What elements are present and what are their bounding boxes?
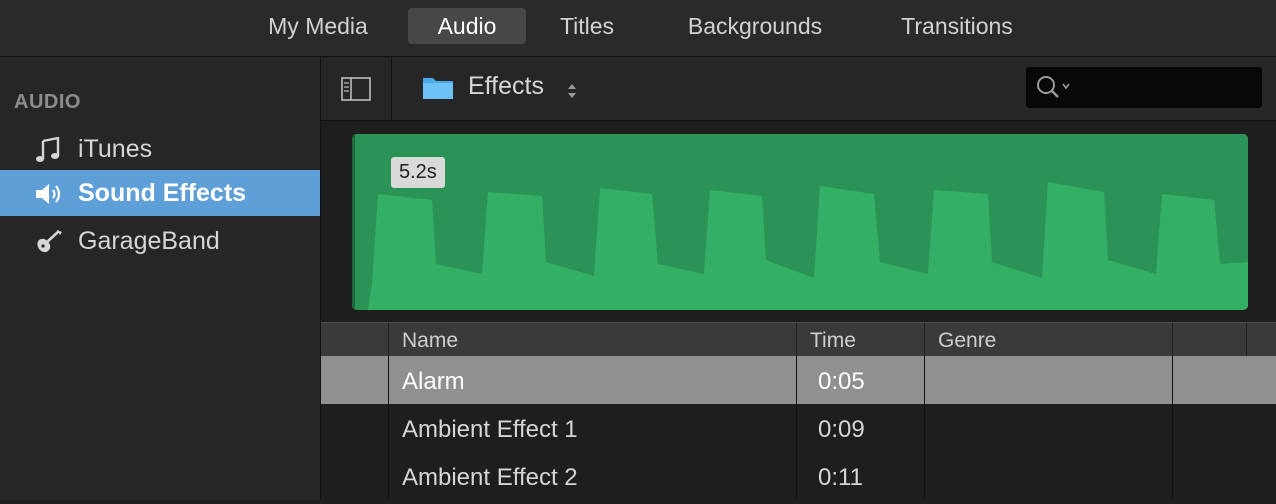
row-name: Alarm bbox=[402, 368, 465, 395]
sidebar-item-label: iTunes bbox=[78, 135, 153, 163]
search-input[interactable] bbox=[1078, 73, 1252, 103]
column-divider bbox=[924, 323, 925, 356]
duration-badge: 5.2s bbox=[391, 157, 445, 188]
grid-line bbox=[924, 356, 925, 500]
grid-line bbox=[1172, 356, 1173, 500]
search-field[interactable] bbox=[1026, 67, 1262, 108]
sidebar-item-itunes[interactable]: iTunes bbox=[0, 126, 320, 172]
sidebar-item-sound-effects[interactable]: Sound Effects bbox=[0, 170, 320, 216]
column-divider bbox=[796, 323, 797, 356]
sidebar-toggle-button[interactable] bbox=[321, 57, 392, 120]
sidebar-item-garageband[interactable]: GarageBand bbox=[0, 218, 320, 264]
search-icon[interactable] bbox=[1036, 75, 1076, 101]
tab-audio[interactable]: Audio bbox=[408, 8, 526, 44]
sidebar-toggle-icon bbox=[341, 77, 371, 101]
folder-icon bbox=[423, 78, 453, 99]
grid-line bbox=[796, 356, 797, 500]
table-row[interactable]: Ambient Effect 1 0:09 bbox=[321, 404, 1276, 452]
waveform bbox=[352, 134, 1248, 310]
guitar-icon bbox=[37, 230, 62, 253]
sidebar-heading: AUDIO bbox=[14, 91, 81, 113]
folder-selector[interactable]: Effects bbox=[468, 72, 544, 101]
grid-line bbox=[388, 356, 389, 500]
column-divider bbox=[388, 323, 389, 356]
tab-backgrounds[interactable]: Backgrounds bbox=[670, 8, 840, 44]
tab-titles[interactable]: Titles bbox=[546, 8, 628, 44]
row-name: Ambient Effect 2 bbox=[402, 464, 578, 491]
audio-preview: 5.2s bbox=[321, 121, 1276, 322]
column-divider bbox=[1246, 323, 1247, 356]
table-header: Name Time Genre bbox=[321, 322, 1276, 357]
row-time: 0:11 bbox=[818, 464, 863, 491]
column-header-genre[interactable]: Genre bbox=[938, 323, 996, 356]
music-note-icon bbox=[36, 137, 60, 162]
tab-transitions[interactable]: Transitions bbox=[886, 8, 1028, 44]
sidebar-item-label: Sound Effects bbox=[78, 179, 247, 207]
speaker-icon bbox=[36, 184, 61, 204]
row-name: Ambient Effect 1 bbox=[402, 416, 578, 443]
table-row[interactable]: Ambient Effect 2 0:11 bbox=[321, 452, 1276, 500]
waveform-clip[interactable]: 5.2s bbox=[352, 134, 1248, 310]
table-row[interactable]: Alarm 0:05 bbox=[321, 356, 1276, 404]
row-time: 0:09 bbox=[818, 416, 865, 443]
updown-chevron-icon[interactable] bbox=[566, 81, 578, 101]
column-divider bbox=[1172, 323, 1173, 356]
column-header-name[interactable]: Name bbox=[402, 323, 458, 356]
sidebar: AUDIO iTunes Sound Effects GarageBand bbox=[0, 57, 321, 500]
column-header-time[interactable]: Time bbox=[810, 323, 856, 356]
sidebar-item-label: GarageBand bbox=[78, 227, 220, 255]
row-time: 0:05 bbox=[818, 368, 865, 395]
top-tab-bar: My Media Audio Titles Backgrounds Transi… bbox=[0, 0, 1276, 57]
tab-my-media[interactable]: My Media bbox=[254, 8, 382, 44]
browser-toolbar: Effects bbox=[321, 57, 1276, 121]
